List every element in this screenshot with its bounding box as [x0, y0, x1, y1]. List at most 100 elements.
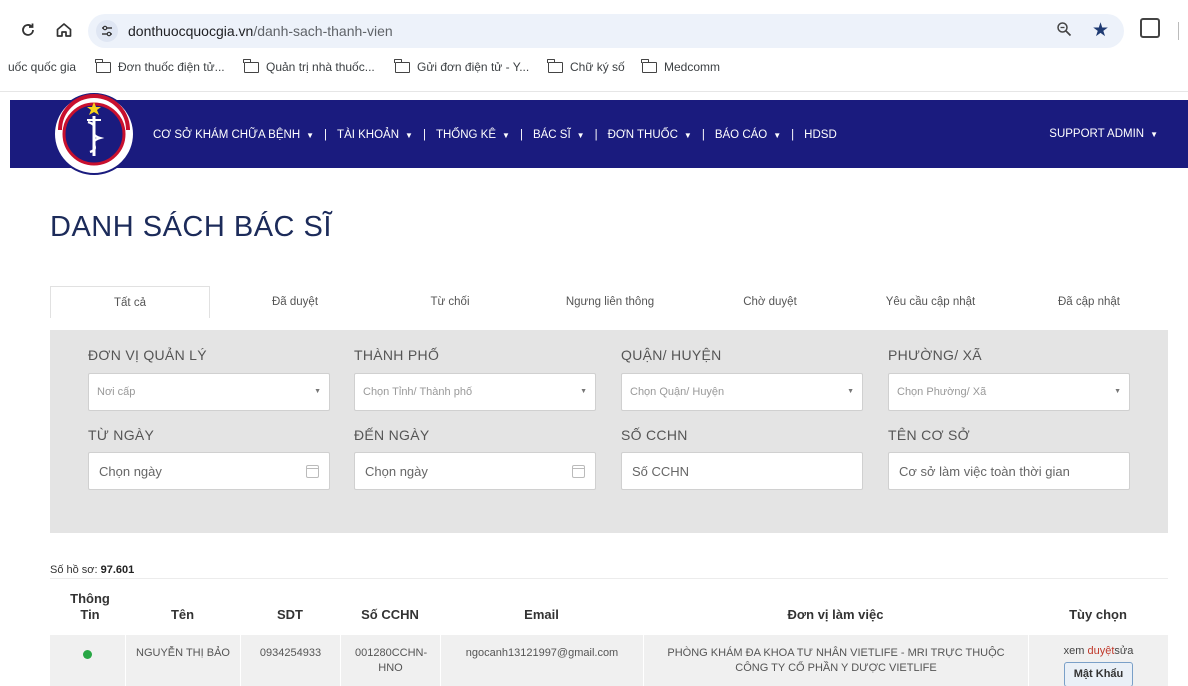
tu-ngay-label: TỪ NGÀY — [88, 427, 155, 443]
thanh-pho-select[interactable]: Chọn Tỉnh/ Thành phố ▼ — [354, 373, 596, 411]
phuong-xa-label: PHƯỜNG/ XÃ — [888, 347, 982, 363]
name-cell: NGUYỄN THỊ BẢO — [125, 635, 240, 686]
folder-icon — [394, 58, 410, 73]
calendar-icon[interactable] — [572, 465, 585, 478]
nav-label: BÁC SĨ — [532, 129, 571, 141]
input-placeholder: Số CCHN — [632, 463, 690, 479]
zoom-icon[interactable] — [1056, 21, 1072, 42]
chevron-down-icon: ▼ — [576, 130, 585, 140]
bookmark-label: Gửi đơn điện tử - Y... — [417, 60, 530, 74]
header-cchn: Số CCHN — [361, 607, 419, 622]
extensions-icon[interactable] — [1140, 18, 1160, 38]
so-cchn-input[interactable]: Số CCHN — [621, 452, 863, 490]
cchn-cell: 001280CCHN-HNO — [340, 635, 440, 686]
support-admin-label: SUPPORT ADMIN — [1049, 128, 1145, 140]
logo-emblem — [53, 93, 135, 175]
quan-huyen-select[interactable]: Chọn Quận/ Huyện ▼ — [621, 373, 863, 411]
tu-ngay-input[interactable]: Chọn ngày — [88, 452, 330, 490]
workplace-cell: PHÒNG KHÁM ĐA KHOA TƯ NHÂN VIETLIFE - MR… — [643, 635, 1028, 686]
options-cell: xem duyệtsửa Mật Khẩu — [1028, 635, 1168, 686]
nav-don-thuoc[interactable]: ĐƠN THUỐC ▼ — [608, 129, 692, 141]
ten-co-so-label: TÊN CƠ SỞ — [888, 427, 970, 443]
bookmark-item[interactable]: Chữ ký số — [547, 58, 625, 74]
chevron-down-icon: ▼ — [1150, 129, 1158, 139]
input-placeholder: Cơ sở làm việc toàn thời gian — [899, 463, 1070, 479]
tab-da-duyet[interactable]: Đã duyệt — [215, 286, 375, 318]
record-count: Số hồ sơ: 97.601 — [50, 564, 134, 576]
nav-separator: | — [594, 129, 598, 141]
tab-tu-choi[interactable]: Từ chối — [370, 286, 530, 318]
bookmark-star-icon[interactable]: ★ — [1092, 19, 1109, 42]
password-button[interactable]: Mật Khẩu — [1063, 662, 1134, 686]
view-link[interactable]: xem — [1064, 645, 1085, 657]
record-count-value: 97.601 — [100, 564, 135, 576]
calendar-icon[interactable] — [306, 465, 319, 478]
address-row: donthuocquocgia.vn/danh-sach-thanh-vien … — [0, 10, 1188, 52]
url-text: donthuocquocgia.vn/danh-sach-thanh-vien — [128, 23, 393, 39]
header-workplace: Đơn vị làm việc — [787, 607, 884, 622]
nav-separator: | — [701, 129, 705, 141]
header-info: Thông Tin — [70, 591, 110, 622]
status-dot — [83, 650, 92, 659]
bookmarks-bar: uốc quốc gia Đơn thuốc điện tử... Quản t… — [0, 58, 1188, 80]
header-name: Tên — [170, 607, 195, 622]
chevron-down-icon: ▼ — [683, 130, 692, 140]
tab-da-cap-nhat[interactable]: Đã cập nhật — [1010, 286, 1168, 318]
nav-thong-ke[interactable]: THỐNG KÊ ▼ — [436, 129, 510, 141]
select-value: Chọn Quận/ Huyện — [630, 386, 725, 398]
bookmark-item[interactable]: Quản trị nhà thuốc... — [243, 58, 375, 74]
table-header: Thông Tin Tên SDT Số CCHN Email Đơn vị l… — [50, 578, 1168, 635]
home-icon[interactable] — [52, 18, 76, 42]
ten-co-so-input[interactable]: Cơ sở làm việc toàn thời gian — [888, 452, 1130, 490]
bookmark-item[interactable]: Medcomm — [641, 58, 721, 74]
reload-icon[interactable] — [16, 18, 40, 42]
dropdown-caret-icon: ▼ — [580, 388, 587, 395]
bookmark-label: Quản trị nhà thuốc... — [266, 60, 375, 74]
support-admin-menu[interactable]: SUPPORT ADMIN ▼ — [1049, 128, 1158, 140]
record-count-label: Số hồ sơ: — [50, 564, 98, 576]
nav-bao-cao[interactable]: BÁO CÁO ▼ — [715, 129, 781, 141]
nav-bac-si[interactable]: BÁC SĨ ▼ — [533, 129, 585, 141]
address-bar[interactable]: donthuocquocgia.vn/danh-sach-thanh-vien … — [88, 14, 1124, 48]
chevron-down-icon: ▼ — [502, 130, 510, 140]
header-options: Tùy chọn — [1069, 607, 1127, 622]
nav-separator: | — [422, 129, 426, 141]
chevron-down-icon: ▼ — [405, 130, 413, 140]
select-value: Nơi cấp — [97, 386, 136, 398]
bookmark-item[interactable]: Gửi đơn điện tử - Y... — [394, 58, 530, 74]
status-cell — [50, 635, 125, 686]
nav-co-so-kham-chua-benh[interactable]: CƠ SỞ KHÁM CHỮA BỆNH ▼ — [153, 129, 314, 141]
edit-link[interactable]: sửa — [1114, 645, 1133, 657]
quan-huyen-label: QUẬN/ HUYỆN — [621, 347, 722, 363]
tab-tat-ca[interactable]: Tất cả — [50, 286, 210, 318]
filter-panel: ĐƠN VỊ QUẢN LÝ Nơi cấp ▼ THÀNH PHỐ Chọn T… — [50, 330, 1168, 533]
nav-tai-khoan[interactable]: TÀI KHOẢN ▼ — [337, 129, 413, 141]
browser-toolbar: donthuocquocgia.vn/danh-sach-thanh-vien … — [0, 0, 1188, 92]
don-vi-label: ĐƠN VỊ QUẢN LÝ — [88, 347, 207, 363]
page-title: DANH SÁCH BÁC SĨ — [50, 211, 332, 243]
don-vi-select[interactable]: Nơi cấp ▼ — [88, 373, 330, 411]
row-actions: xem duyệtsửa — [1029, 644, 1168, 659]
ministry-of-health-logo[interactable] — [46, 86, 142, 182]
den-ngay-input[interactable]: Chọn ngày — [354, 452, 596, 490]
phuong-xa-select[interactable]: Chọn Phường/ Xã ▼ — [888, 373, 1130, 411]
chevron-down-icon: ▼ — [773, 130, 782, 140]
dropdown-caret-icon: ▼ — [847, 388, 854, 395]
nav-hdsd[interactable]: HDSD — [804, 129, 837, 141]
tab-cho-duyet[interactable]: Chờ duyệt — [690, 286, 850, 318]
phone-cell: 0934254933 — [240, 635, 340, 686]
folder-icon — [243, 58, 259, 73]
toolbar-divider — [1178, 22, 1179, 40]
approve-link[interactable]: duyệt — [1087, 645, 1114, 657]
nav-label: TÀI KHOẢN — [337, 129, 400, 141]
bookmark-item[interactable]: uốc quốc gia — [8, 60, 76, 74]
bookmark-label: Medcomm — [664, 60, 721, 74]
thanh-pho-label: THÀNH PHỐ — [354, 347, 440, 363]
dropdown-caret-icon: ▼ — [1114, 388, 1121, 395]
tab-ngung-lien-thong[interactable]: Ngưng liên thông — [530, 286, 690, 318]
status-tabs: Tất cả Đã duyệt Từ chối Ngưng liên thông… — [50, 286, 1168, 318]
site-info-icon[interactable] — [96, 20, 118, 42]
bookmark-item[interactable]: Đơn thuốc điện tử... — [95, 58, 225, 74]
tab-yeu-cau-cap-nhat[interactable]: Yêu cầu cập nhật — [848, 286, 1013, 318]
main-navigation: CƠ SỞ KHÁM CHỮA BỆNH ▼ | TÀI KHOẢN ▼ | THỐ… — [10, 100, 1188, 168]
